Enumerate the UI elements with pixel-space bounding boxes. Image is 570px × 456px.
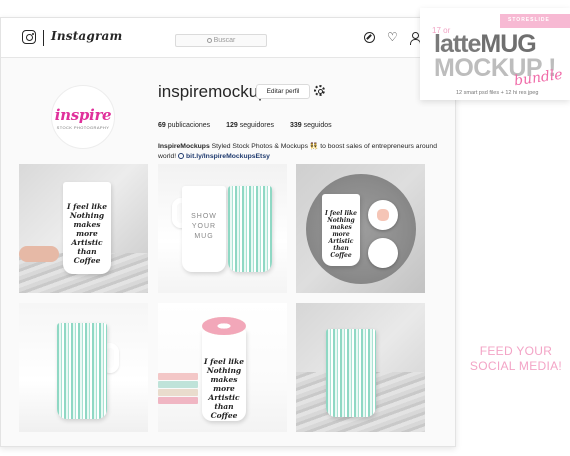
post-5[interactable]: I feel like Nothing makes more Artistic … [158,303,287,432]
white-dish [368,238,398,268]
link-icon [178,153,185,160]
donut [202,317,246,335]
heart-icon[interactable]: ♡ [387,31,398,43]
post-6[interactable] [296,303,425,432]
show-your-mug-text: SHOW YOUR MUG [191,212,217,240]
search-placeholder: Buscar [213,37,236,44]
bio-name: InspireMockups [158,143,210,150]
instagram-camera-icon[interactable] [22,30,36,44]
heart-dish [368,200,398,230]
badge-files-text: 12 smart psd files + 12 hi res jpeg [456,90,539,96]
stat-following[interactable]: 339 seguidos [290,122,332,129]
gear-icon[interactable] [314,85,325,96]
profile-stats: 69 publicaciones 129 seguidores 339 segu… [158,122,346,129]
book [158,389,198,396]
search-input[interactable]: Buscar [175,34,267,47]
product-badge: STORESLIDE 17 or latteMUG MOCKUP ! bundl… [420,8,570,100]
mug-striped [326,329,376,417]
stat-posts[interactable]: 69 publicaciones [158,122,210,129]
avatar[interactable]: inspire STOCK PHOTOGRAPHY [51,85,115,149]
post-3[interactable]: I feel like Nothing makes more Artistic … [296,164,425,293]
feed-social-media-text: FEED YOUR SOCIAL MEDIA! [469,344,563,373]
book [158,373,198,380]
nav-divider [43,30,44,46]
mug-quote-small: I feel like Nothing makes more Artistic … [324,209,357,259]
book [158,397,198,404]
avatar-logo-subtext: STOCK PHOTOGRAPHY [56,125,110,130]
dish-heart [377,209,389,221]
post-4[interactable] [19,303,148,432]
edit-profile-button[interactable]: Editar perfil [256,84,310,99]
mug-white: I feel like Nothing makes more Artistic … [322,194,360,266]
bio-link[interactable]: bit.ly/InspireMockupsEtsy [186,153,270,160]
mug-quote: I feel like Nothing makes more Artistic … [203,356,245,420]
post-1[interactable]: I feel like Nothing makes more Artistic … [19,164,148,293]
mug-white: I feel like Nothing makes more Artistic … [202,329,246,421]
mug-white: SHOW YOUR MUG [182,186,226,272]
mug-striped [57,323,107,419]
profile-bio: InspireMockups Styled Stock Photos & Moc… [158,142,438,162]
top-navbar: Instagram Buscar ♡ [1,18,455,58]
mug-quote: I feel like Nothing makes more Artistic … [66,202,108,266]
hand [19,246,59,262]
search-icon [206,37,212,43]
books-stack [158,373,198,405]
instagram-window: Instagram Buscar ♡ inspire STOCK PHOTOGR… [0,17,456,447]
mug-striped [228,186,272,272]
mug-white: I feel like Nothing makes more Artistic … [63,182,111,274]
avatar-logo-text: inspire [54,106,112,124]
badge-tag-text: STORESLIDE [508,17,550,23]
instagram-wordmark[interactable]: Instagram [51,29,122,43]
post-2[interactable]: SHOW YOUR MUG [158,164,287,293]
user-icon[interactable] [409,32,421,45]
book [158,381,198,388]
stat-followers[interactable]: 129 seguidores [226,122,274,129]
compass-icon[interactable] [364,32,375,43]
